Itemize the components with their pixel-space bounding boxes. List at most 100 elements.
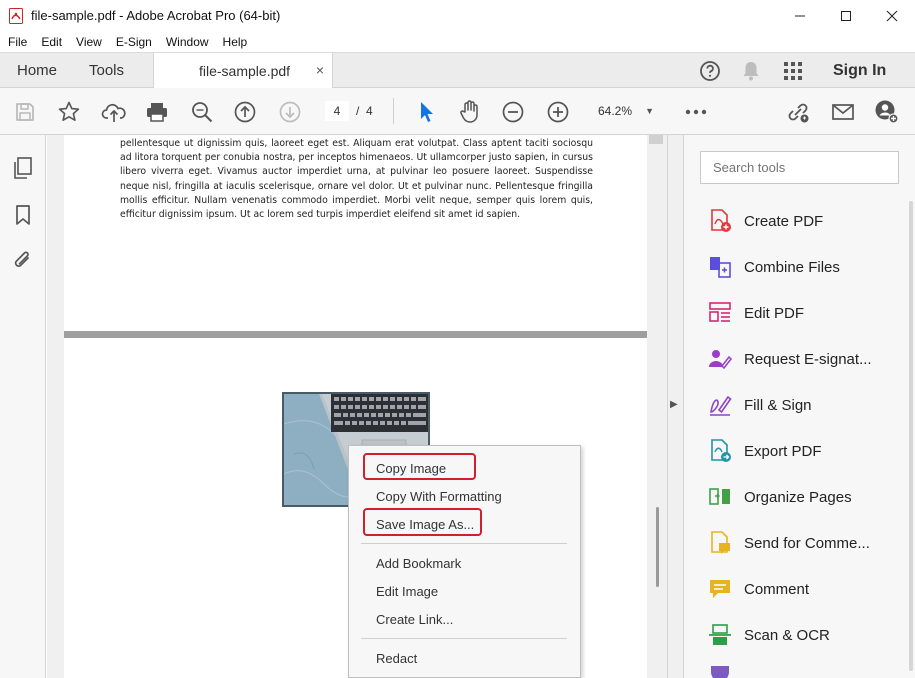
tool-fill-and-sign[interactable]: Fill & Sign (706, 390, 906, 420)
acrobat-app-icon (9, 7, 23, 24)
menu-file[interactable]: File (8, 35, 27, 49)
menu-window[interactable]: Window (166, 35, 209, 49)
menu-separator (361, 638, 567, 639)
tool-export-pdf[interactable]: Export PDF (706, 436, 906, 466)
save-icon[interactable] (12, 99, 38, 125)
tab-close-icon[interactable]: × (316, 62, 324, 78)
tool-comment[interactable]: Comment (706, 574, 906, 604)
tab-bar: Home Tools file-sample.pdf × Sign In (0, 52, 915, 89)
comment-icon (706, 575, 734, 603)
search-tools-input[interactable] (700, 151, 899, 184)
tools-pane-scrollbar[interactable] (909, 201, 913, 671)
tool-label: Edit PDF (744, 304, 805, 322)
notifications-bell-icon[interactable] (739, 59, 763, 83)
tool-organize-pages[interactable]: Organize Pages (706, 482, 906, 512)
add-user-icon[interactable] (874, 99, 900, 125)
more-tools-icon[interactable] (683, 99, 709, 125)
total-pages: 4 (366, 104, 373, 118)
tab-document-label: file-sample.pdf (199, 63, 291, 79)
tool-scan-ocr[interactable]: Scan & OCR (706, 620, 906, 650)
combine-files-icon (706, 253, 734, 281)
send-for-comments-icon (706, 529, 734, 557)
page-body-text: pellentesque ut dignissim quis, laoreet … (120, 138, 593, 221)
zoom-in-icon[interactable] (545, 99, 571, 125)
zoom-search-icon[interactable] (189, 99, 215, 125)
pdf-page: pellentesque ut dignissim quis, laoreet … (64, 135, 647, 331)
edit-pdf-icon (706, 299, 734, 327)
upload-cloud-icon[interactable] (101, 99, 127, 125)
tool-request-esignatures[interactable]: Request E-signat... (706, 344, 906, 374)
window-title: file-sample.pdf - Adobe Acrobat Pro (64-… (31, 8, 281, 23)
page-count-label: / 4 (356, 104, 373, 118)
tool-next-partial[interactable] (706, 666, 906, 678)
current-page-input[interactable]: 4 (325, 101, 349, 121)
tool-label: Request E-signat... (744, 350, 872, 368)
menu-item-copy-with-formatting[interactable]: Copy With Formatting (376, 489, 502, 504)
scan-ocr-icon (706, 621, 734, 649)
tool-label: Scan & OCR (744, 626, 830, 644)
print-icon[interactable] (144, 99, 170, 125)
scrollbar-top-cap (649, 135, 663, 144)
left-nav-rail (0, 135, 46, 678)
menu-separator (361, 543, 567, 544)
export-pdf-icon (706, 437, 734, 465)
protect-icon (706, 666, 734, 678)
menu-view[interactable]: View (76, 35, 102, 49)
menu-edit[interactable]: Edit (41, 35, 62, 49)
tab-document[interactable]: file-sample.pdf × (153, 53, 333, 89)
menu-bar: File Edit View E-Sign Window Help (0, 31, 915, 52)
zoom-level-select[interactable]: 64.2% ▼ (588, 101, 662, 121)
menu-item-redact[interactable]: Redact (376, 651, 417, 666)
hand-tool-icon[interactable] (457, 99, 483, 125)
page-thumbnails-icon[interactable] (11, 156, 35, 180)
select-cursor-icon[interactable] (413, 99, 439, 125)
menu-item-edit-image[interactable]: Edit Image (376, 584, 438, 599)
tool-label: Export PDF (744, 442, 822, 460)
request-esignature-icon (706, 345, 734, 373)
apps-grid-icon[interactable] (781, 59, 805, 83)
bookmarks-icon[interactable] (11, 203, 35, 227)
menu-esign[interactable]: E-Sign (116, 35, 152, 49)
save-image-as-highlight (363, 508, 482, 536)
maximize-button[interactable] (823, 0, 869, 31)
tools-pane: Create PDF Combine Files Edit PDF Reques… (683, 135, 915, 678)
sign-in-button[interactable]: Sign In (833, 62, 886, 80)
menu-item-add-bookmark[interactable]: Add Bookmark (376, 556, 461, 571)
help-icon[interactable] (698, 59, 722, 83)
tool-label: Combine Files (744, 258, 840, 276)
minimize-button[interactable] (777, 0, 823, 31)
scrollbar-thumb[interactable] (656, 507, 659, 587)
document-vertical-scrollbar[interactable] (647, 135, 667, 678)
tool-send-for-comments[interactable]: Send for Comme... (706, 528, 906, 558)
share-link-icon[interactable] (785, 99, 811, 125)
create-pdf-icon (706, 207, 734, 235)
bookmark-star-icon[interactable] (56, 99, 82, 125)
zoom-out-icon[interactable] (500, 99, 526, 125)
chevron-down-icon: ▼ (645, 106, 654, 116)
organize-pages-icon (706, 483, 734, 511)
copy-image-highlight (363, 453, 476, 480)
menu-help[interactable]: Help (223, 35, 248, 49)
collapse-right-panel-icon[interactable]: ▶ (670, 399, 678, 410)
tool-label: Send for Comme... (744, 534, 870, 552)
tool-label: Organize Pages (744, 488, 852, 506)
previous-page-icon[interactable] (232, 99, 258, 125)
next-page-icon[interactable] (277, 99, 303, 125)
fill-sign-pen-icon (706, 391, 734, 419)
tool-edit-pdf[interactable]: Edit PDF (706, 298, 906, 328)
tab-tools[interactable]: Tools (89, 62, 124, 79)
email-icon[interactable] (830, 99, 856, 125)
zoom-level-value: 64.2% (598, 104, 633, 118)
tool-label: Fill & Sign (744, 396, 812, 414)
close-window-button[interactable] (869, 0, 915, 31)
attachments-paperclip-icon[interactable] (11, 248, 35, 272)
tab-home[interactable]: Home (17, 62, 57, 79)
tool-create-pdf[interactable]: Create PDF (706, 206, 906, 236)
tool-label: Create PDF (744, 212, 824, 230)
toolbar-divider (393, 98, 394, 124)
main-toolbar: 4 / 4 64.2% ▼ (0, 88, 915, 135)
tool-label: Comment (744, 580, 810, 598)
menu-item-create-link[interactable]: Create Link... (376, 612, 453, 627)
tool-combine-files[interactable]: Combine Files (706, 252, 906, 282)
page-separator-gap (64, 331, 647, 338)
